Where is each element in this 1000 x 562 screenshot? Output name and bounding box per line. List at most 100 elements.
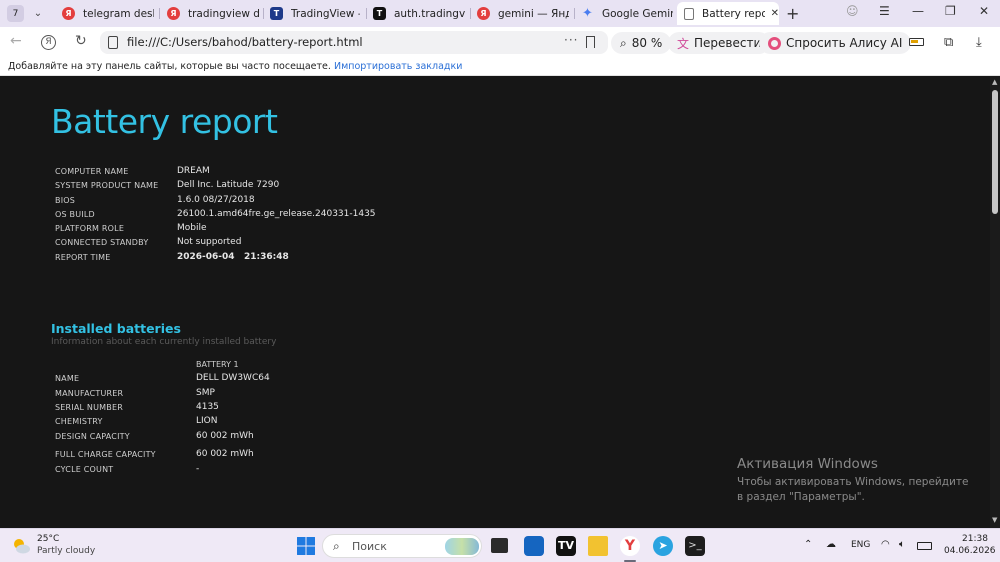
task-view-icon[interactable] <box>491 538 508 553</box>
value-chemistry: LION <box>196 416 218 426</box>
section-subtitle: Information about each currently install… <box>51 337 277 347</box>
battery-saver-icon[interactable] <box>909 38 924 46</box>
scrollbar-thumb[interactable] <box>992 90 998 214</box>
translate-icon: 文 <box>677 36 690 51</box>
tab-gemini-yandex[interactable]: Я gemini — Яндек <box>477 2 569 25</box>
label-serial-number: SERIAL NUMBER <box>55 403 123 412</box>
label-manufacturer: MANUFACTURER <box>55 389 124 398</box>
page-title: Battery report <box>51 102 278 141</box>
zoom-button[interactable]: ⌕ 80 % <box>611 32 672 54</box>
search-highlight-image <box>445 538 479 555</box>
tab-divider <box>263 8 264 19</box>
url-text[interactable]: file:///C:/Users/bahod/battery-report.ht… <box>127 35 363 49</box>
language-indicator[interactable]: ENG <box>851 540 870 550</box>
tradingview-icon: T <box>270 7 283 20</box>
value-serial-number: 4135 <box>196 402 219 412</box>
chevron-up-icon[interactable]: ⌃ <box>804 539 812 550</box>
restore-button[interactable]: ❐ <box>945 4 956 18</box>
label-report-time: REPORT TIME <box>55 253 111 262</box>
partly-cloudy-icon[interactable] <box>11 536 31 556</box>
translate-button[interactable]: 文 Перевести <box>668 32 771 54</box>
address-bar[interactable]: file:///C:/Users/bahod/battery-report.ht… <box>100 31 608 54</box>
scroll-up-arrow-icon[interactable]: ▲ <box>992 78 997 86</box>
reload-icon[interactable]: ↻ <box>75 33 87 49</box>
label-battery-name: NAME <box>55 374 80 383</box>
label-chemistry: CHEMISTRY <box>55 417 103 426</box>
scroll-down-arrow-icon[interactable]: ▼ <box>992 516 997 524</box>
taskbar-search[interactable]: ⌕ Поиск <box>322 534 482 558</box>
label-design-capacity: DESIGN CAPACITY <box>55 432 130 441</box>
label-computer-name: COMPUTER NAME <box>55 167 129 176</box>
new-tab-button[interactable]: + <box>786 4 799 23</box>
page-info-icon[interactable] <box>108 36 118 49</box>
label-os-build: OS BUILD <box>55 210 95 219</box>
back-icon[interactable]: ← <box>10 33 22 49</box>
value-battery-name: DELL DW3WC64 <box>196 373 270 383</box>
value-connected-standby: Not supported <box>177 237 242 247</box>
battery-report-page: Battery report COMPUTER NAME DREAM SYSTE… <box>0 76 990 528</box>
volume-icon[interactable]: 🔈︎ <box>899 539 905 550</box>
import-bookmarks-link[interactable]: Импортировать закладки <box>334 61 462 72</box>
tab-strip: 7 ⌄ Я telegram deskto Я tradingview dov … <box>0 0 1000 27</box>
chevron-down-icon[interactable]: ⌄ <box>30 8 46 19</box>
extensions-icon[interactable]: ⧉ <box>944 35 953 50</box>
windows-taskbar: 25°C Partly cloudy ⌕ Поиск TV Y ➤ >_ ⌃ ☁… <box>0 528 1000 562</box>
bookmarks-hint: Добавляйте на эту панель сайты, которые … <box>8 61 331 72</box>
yandex-icon: Я <box>477 7 490 20</box>
value-full-charge-capacity: 60 002 mWh <box>196 449 254 459</box>
value-design-capacity: 60 002 mWh <box>196 431 254 441</box>
value-manufacturer: SMP <box>196 388 215 398</box>
yandex-icon: Я <box>62 7 75 20</box>
windows-activation-watermark: Активация Windows Чтобы активировать Win… <box>737 456 977 505</box>
weather-condition[interactable]: Partly cloudy <box>37 546 95 556</box>
page-scrollbar[interactable]: ▲ ▼ <box>990 76 1000 528</box>
search-icon: ⌕ <box>620 35 627 50</box>
tab-divider <box>366 8 367 19</box>
yandex-home-icon[interactable]: Я <box>41 35 56 50</box>
yandex-browser-icon[interactable]: Y <box>620 536 640 556</box>
label-platform-role: PLATFORM ROLE <box>55 224 125 233</box>
value-bios: 1.6.0 08/27/2018 <box>177 195 255 205</box>
wifi-icon[interactable]: ◠ <box>881 539 890 550</box>
windows-start-icon[interactable] <box>296 536 316 556</box>
file-explorer-icon[interactable] <box>588 536 608 556</box>
alice-icon <box>768 36 781 50</box>
gemini-icon: ✦ <box>582 6 593 21</box>
weather-temperature[interactable]: 25°C <box>37 534 59 544</box>
close-window-button[interactable]: ✕ <box>979 4 989 18</box>
tradingview-icon: T <box>373 7 386 20</box>
tab-divider <box>470 8 471 19</box>
close-tab-icon[interactable]: ✕ <box>771 8 779 19</box>
terminal-icon[interactable]: >_ <box>685 536 705 556</box>
onedrive-icon[interactable]: ☁ <box>826 539 836 550</box>
label-system-product-name: SYSTEM PRODUCT NAME <box>55 181 159 190</box>
tab-tradingview[interactable]: T TradingView — <box>270 2 360 25</box>
download-icon[interactable]: ⤓ <box>976 35 982 50</box>
clock-time[interactable]: 21:38 <box>962 534 988 544</box>
telegram-icon[interactable]: ➤ <box>653 536 673 556</box>
profile-icon[interactable]: ☺ <box>846 4 859 18</box>
battery-icon[interactable] <box>917 542 932 550</box>
minimize-button[interactable]: — <box>912 4 924 18</box>
bookmark-icon[interactable] <box>586 36 595 48</box>
menu-icon[interactable]: ☰ <box>879 4 890 18</box>
store-icon[interactable] <box>524 536 544 556</box>
more-icon[interactable]: ··· <box>564 33 578 47</box>
tab-tradingview-download[interactable]: Я tradingview dov <box>167 2 259 25</box>
value-system-product-name: Dell Inc. Latitude 7290 <box>177 180 280 190</box>
value-platform-role: Mobile <box>177 223 207 233</box>
tab-battery-report[interactable]: Battery repor ✕ <box>677 2 779 25</box>
tab-count-button[interactable]: 7 <box>7 5 24 22</box>
tab-telegram-desktop[interactable]: Я telegram deskto <box>62 2 154 25</box>
search-icon: ⌕ <box>333 539 340 553</box>
tab-google-gemini[interactable]: ✦ Google Gemini <box>581 2 673 25</box>
ask-alice-button[interactable]: Спросить Алису AI <box>759 32 912 54</box>
clock-date[interactable]: 04.06.2026 <box>944 546 996 556</box>
tab-auth-tradingview[interactable]: T auth.tradingviev <box>373 2 465 25</box>
label-bios: BIOS <box>55 196 76 205</box>
value-computer-name: DREAM <box>177 166 210 176</box>
tradingview-app-icon[interactable]: TV <box>556 536 576 556</box>
document-icon <box>684 7 694 20</box>
navigation-bar: ← Я ↻ file:///C:/Users/bahod/battery-rep… <box>0 27 1000 58</box>
section-title-installed-batteries: Installed batteries <box>51 321 181 336</box>
